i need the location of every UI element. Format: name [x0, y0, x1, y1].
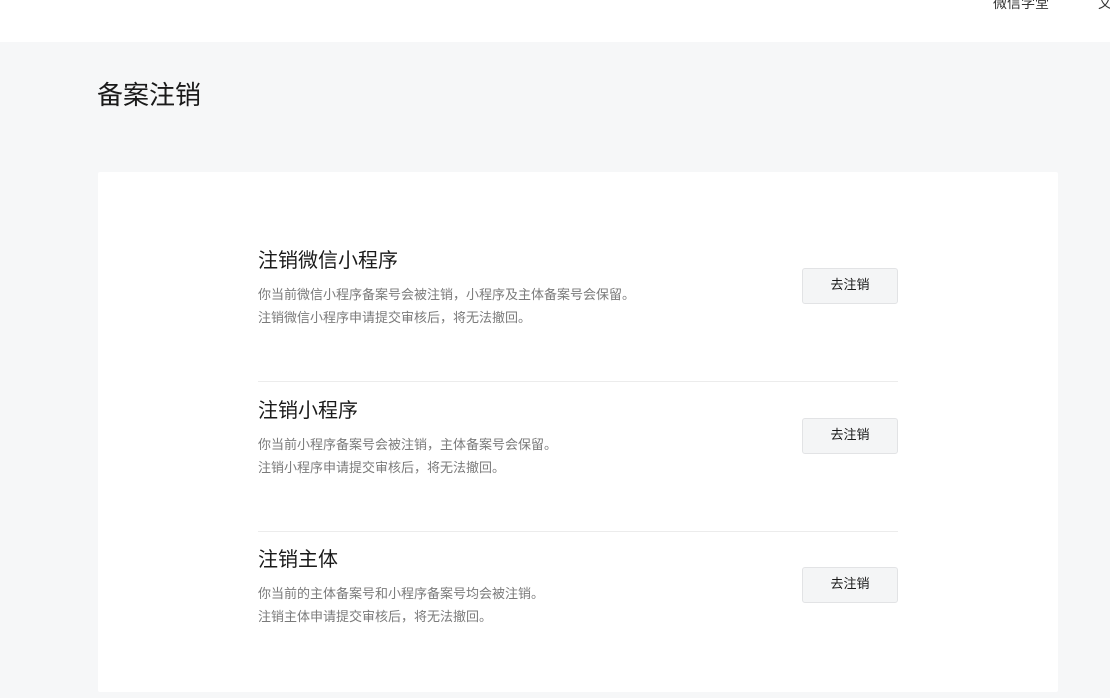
section-description: 你当前小程序备案号会被注销，主体备案号会保留。 注销小程序申请提交审核后，将无法…: [258, 434, 557, 480]
description-line: 注销主体申请提交审核后，将无法撤回。: [258, 610, 493, 625]
section-title: 注销主体: [258, 547, 338, 571]
nav-link-wechat-academy[interactable]: 微信学堂: [993, 0, 1049, 14]
section-title: 注销小程序: [258, 398, 358, 422]
top-bar: 微信学堂 文: [0, 0, 1110, 42]
nav-link-docs[interactable]: 文: [1098, 0, 1110, 14]
description-line: 注销小程序申请提交审核后，将无法撤回。: [258, 461, 506, 476]
description-line: 你当前微信小程序备案号会被注销，小程序及主体备案号会保留。: [258, 288, 636, 303]
section-description: 你当前的主体备案号和小程序备案号均会被注销。 注销主体申请提交审核后，将无法撤回…: [258, 583, 544, 629]
deregister-miniprogram-button[interactable]: 去注销: [802, 418, 898, 454]
section-title: 注销微信小程序: [258, 248, 398, 272]
section-description: 你当前微信小程序备案号会被注销，小程序及主体备案号会保留。 注销微信小程序申请提…: [258, 284, 635, 330]
section-deregister-wechat-miniprogram: 注销微信小程序 你当前微信小程序备案号会被注销，小程序及主体备案号会保留。 注销…: [258, 232, 898, 382]
description-line: 你当前的主体备案号和小程序备案号均会被注销。: [258, 587, 545, 602]
section-deregister-entity: 注销主体 你当前的主体备案号和小程序备案号均会被注销。 注销主体申请提交审核后，…: [258, 531, 898, 681]
section-deregister-miniprogram: 注销小程序 你当前小程序备案号会被注销，主体备案号会保留。 注销小程序申请提交审…: [258, 382, 898, 532]
description-line: 你当前小程序备案号会被注销，主体备案号会保留。: [258, 438, 558, 453]
description-line: 注销微信小程序申请提交审核后，将无法撤回。: [258, 311, 532, 326]
deregister-wechat-miniprogram-button[interactable]: 去注销: [802, 268, 898, 304]
deregister-entity-button[interactable]: 去注销: [802, 567, 898, 603]
page-title: 备案注销: [97, 81, 202, 111]
deregistration-card: 注销微信小程序 你当前微信小程序备案号会被注销，小程序及主体备案号会保留。 注销…: [98, 172, 1058, 692]
